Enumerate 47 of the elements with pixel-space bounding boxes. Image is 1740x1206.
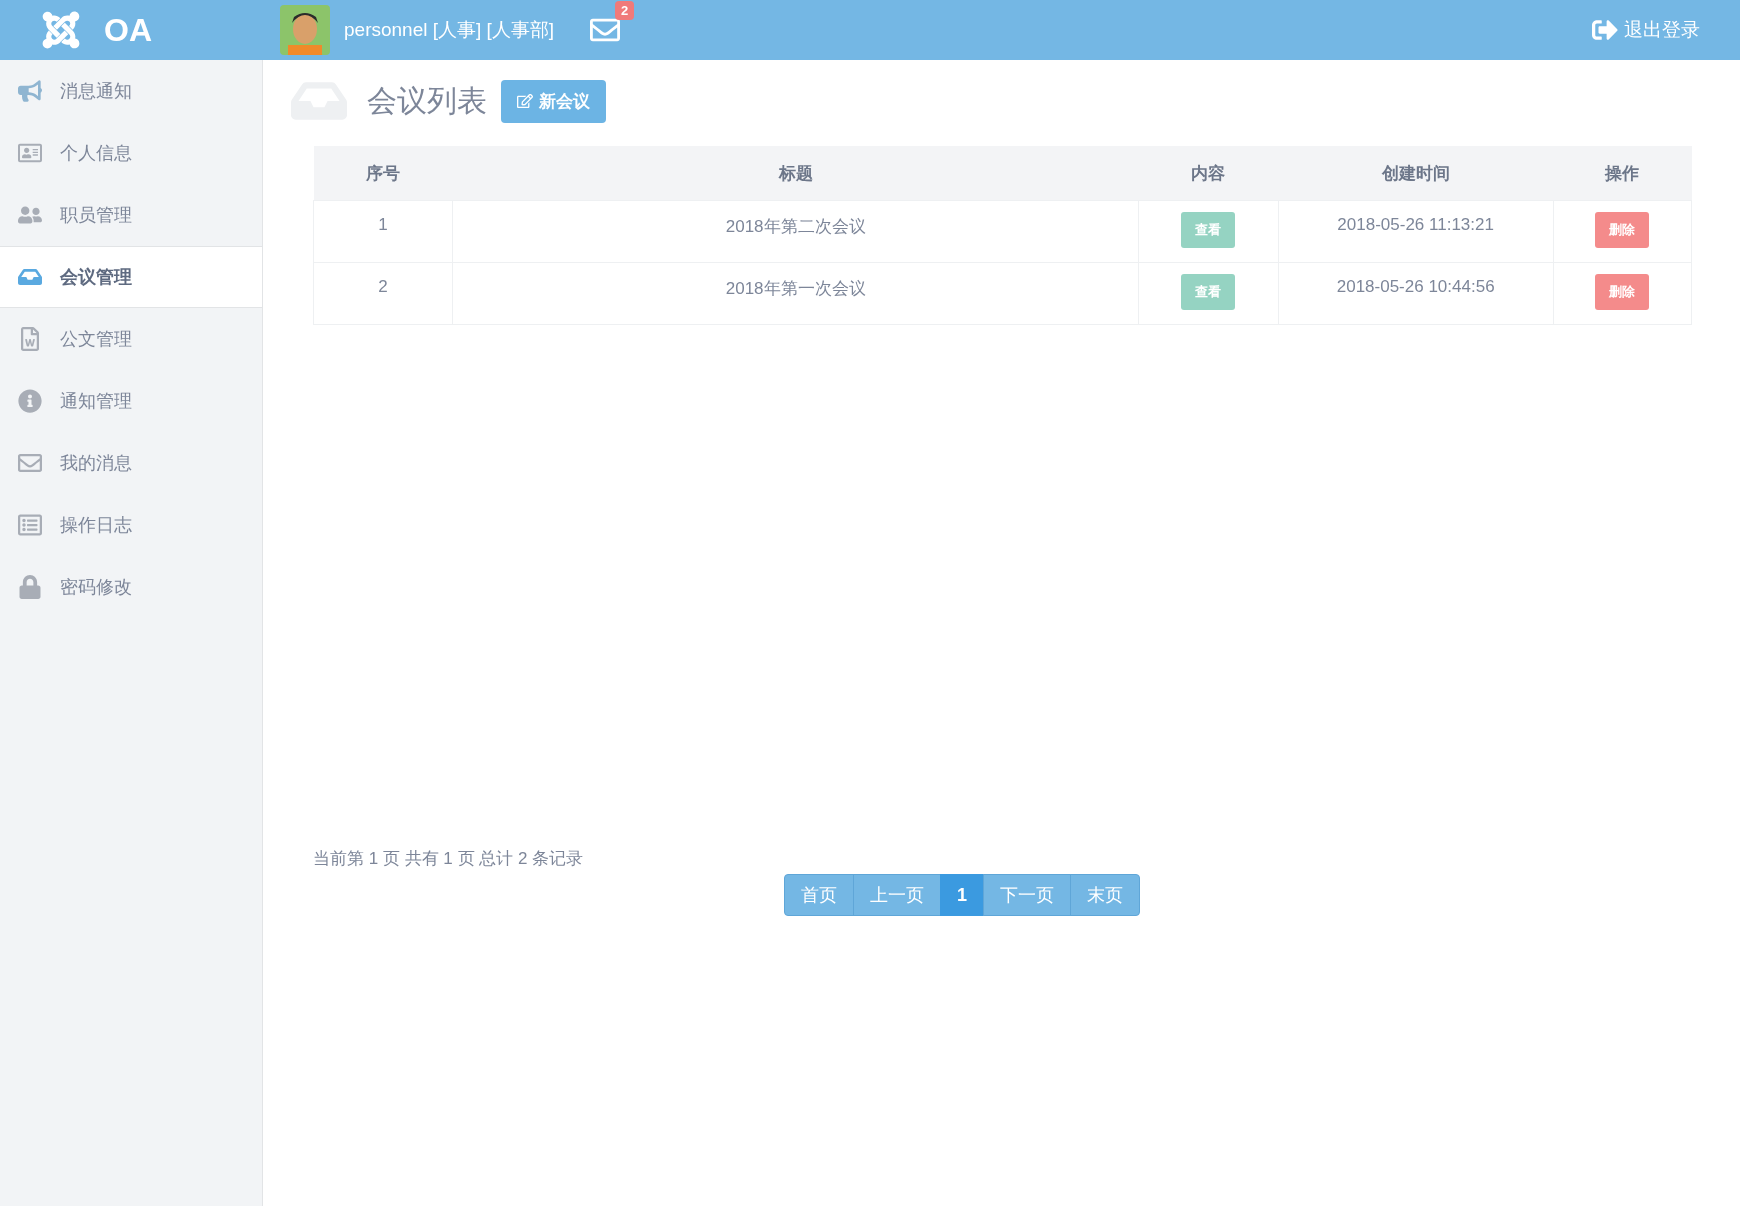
sidebar-item[interactable]: 操作日志 xyxy=(0,494,262,556)
lock-icon xyxy=(18,575,42,599)
new-meeting-button[interactable]: 新会议 xyxy=(501,79,606,123)
logo-icon xyxy=(40,9,82,51)
document-icon xyxy=(18,327,42,351)
page-button[interactable]: 末页 xyxy=(1070,874,1140,916)
page-button[interactable]: 上一页 xyxy=(853,874,941,916)
view-button[interactable]: 查看 xyxy=(1181,212,1236,248)
page-summary: 当前第 1 页 共有 1 页 总计 2 条记录 xyxy=(313,848,585,870)
bullhorn-icon xyxy=(18,79,42,103)
sidebar-item[interactable]: 个人信息 xyxy=(0,122,262,184)
view-button[interactable]: 查看 xyxy=(1181,274,1236,310)
table-cell: 2018年第一次会议 xyxy=(452,262,1139,325)
column-header: 创建时间 xyxy=(1278,146,1554,201)
table-cell: 2018年第二次会议 xyxy=(452,200,1139,263)
delete-button[interactable]: 删除 xyxy=(1595,274,1650,310)
sidebar-item[interactable]: 我的消息 xyxy=(0,432,262,494)
unread-badge: 2 xyxy=(614,1,635,20)
edit-icon xyxy=(517,93,533,109)
page-button[interactable]: 首页 xyxy=(784,874,854,916)
id-card-icon xyxy=(18,141,42,165)
user-name: personnel [人事] [人事部] xyxy=(344,18,555,42)
info-icon xyxy=(18,389,42,413)
column-header: 内容 xyxy=(1138,146,1279,201)
column-header: 序号 xyxy=(313,146,453,201)
table-cell: 2018-05-26 11:13:21 xyxy=(1278,200,1554,263)
sidebar-item[interactable]: 公文管理 xyxy=(0,308,262,370)
sidebar-item[interactable]: 职员管理 xyxy=(0,184,262,246)
table-cell: 1 xyxy=(313,200,453,263)
page-button[interactable]: 下一页 xyxy=(983,874,1071,916)
logout-link[interactable]: 退出登录 xyxy=(1592,17,1700,43)
table-cell: 2018-05-26 10:44:56 xyxy=(1278,262,1554,325)
column-header: 标题 xyxy=(452,146,1139,201)
sidebar-item[interactable]: 密码修改 xyxy=(0,556,262,618)
table-cell: 2 xyxy=(313,262,453,325)
delete-button[interactable]: 删除 xyxy=(1595,212,1650,248)
avatar xyxy=(280,5,330,55)
sidebar-item[interactable]: 通知管理 xyxy=(0,370,262,432)
logout-icon xyxy=(1592,17,1618,43)
sidebar-item[interactable]: 会议管理 xyxy=(0,246,262,308)
page-button[interactable]: 1 xyxy=(940,874,984,916)
page-title: 会议列表 xyxy=(367,82,487,119)
list-icon xyxy=(18,513,42,537)
logo-text: OA xyxy=(104,11,152,49)
column-header: 操作 xyxy=(1553,146,1692,201)
envelope-icon xyxy=(18,451,42,475)
sidebar-item[interactable]: 消息通知 xyxy=(0,60,262,122)
